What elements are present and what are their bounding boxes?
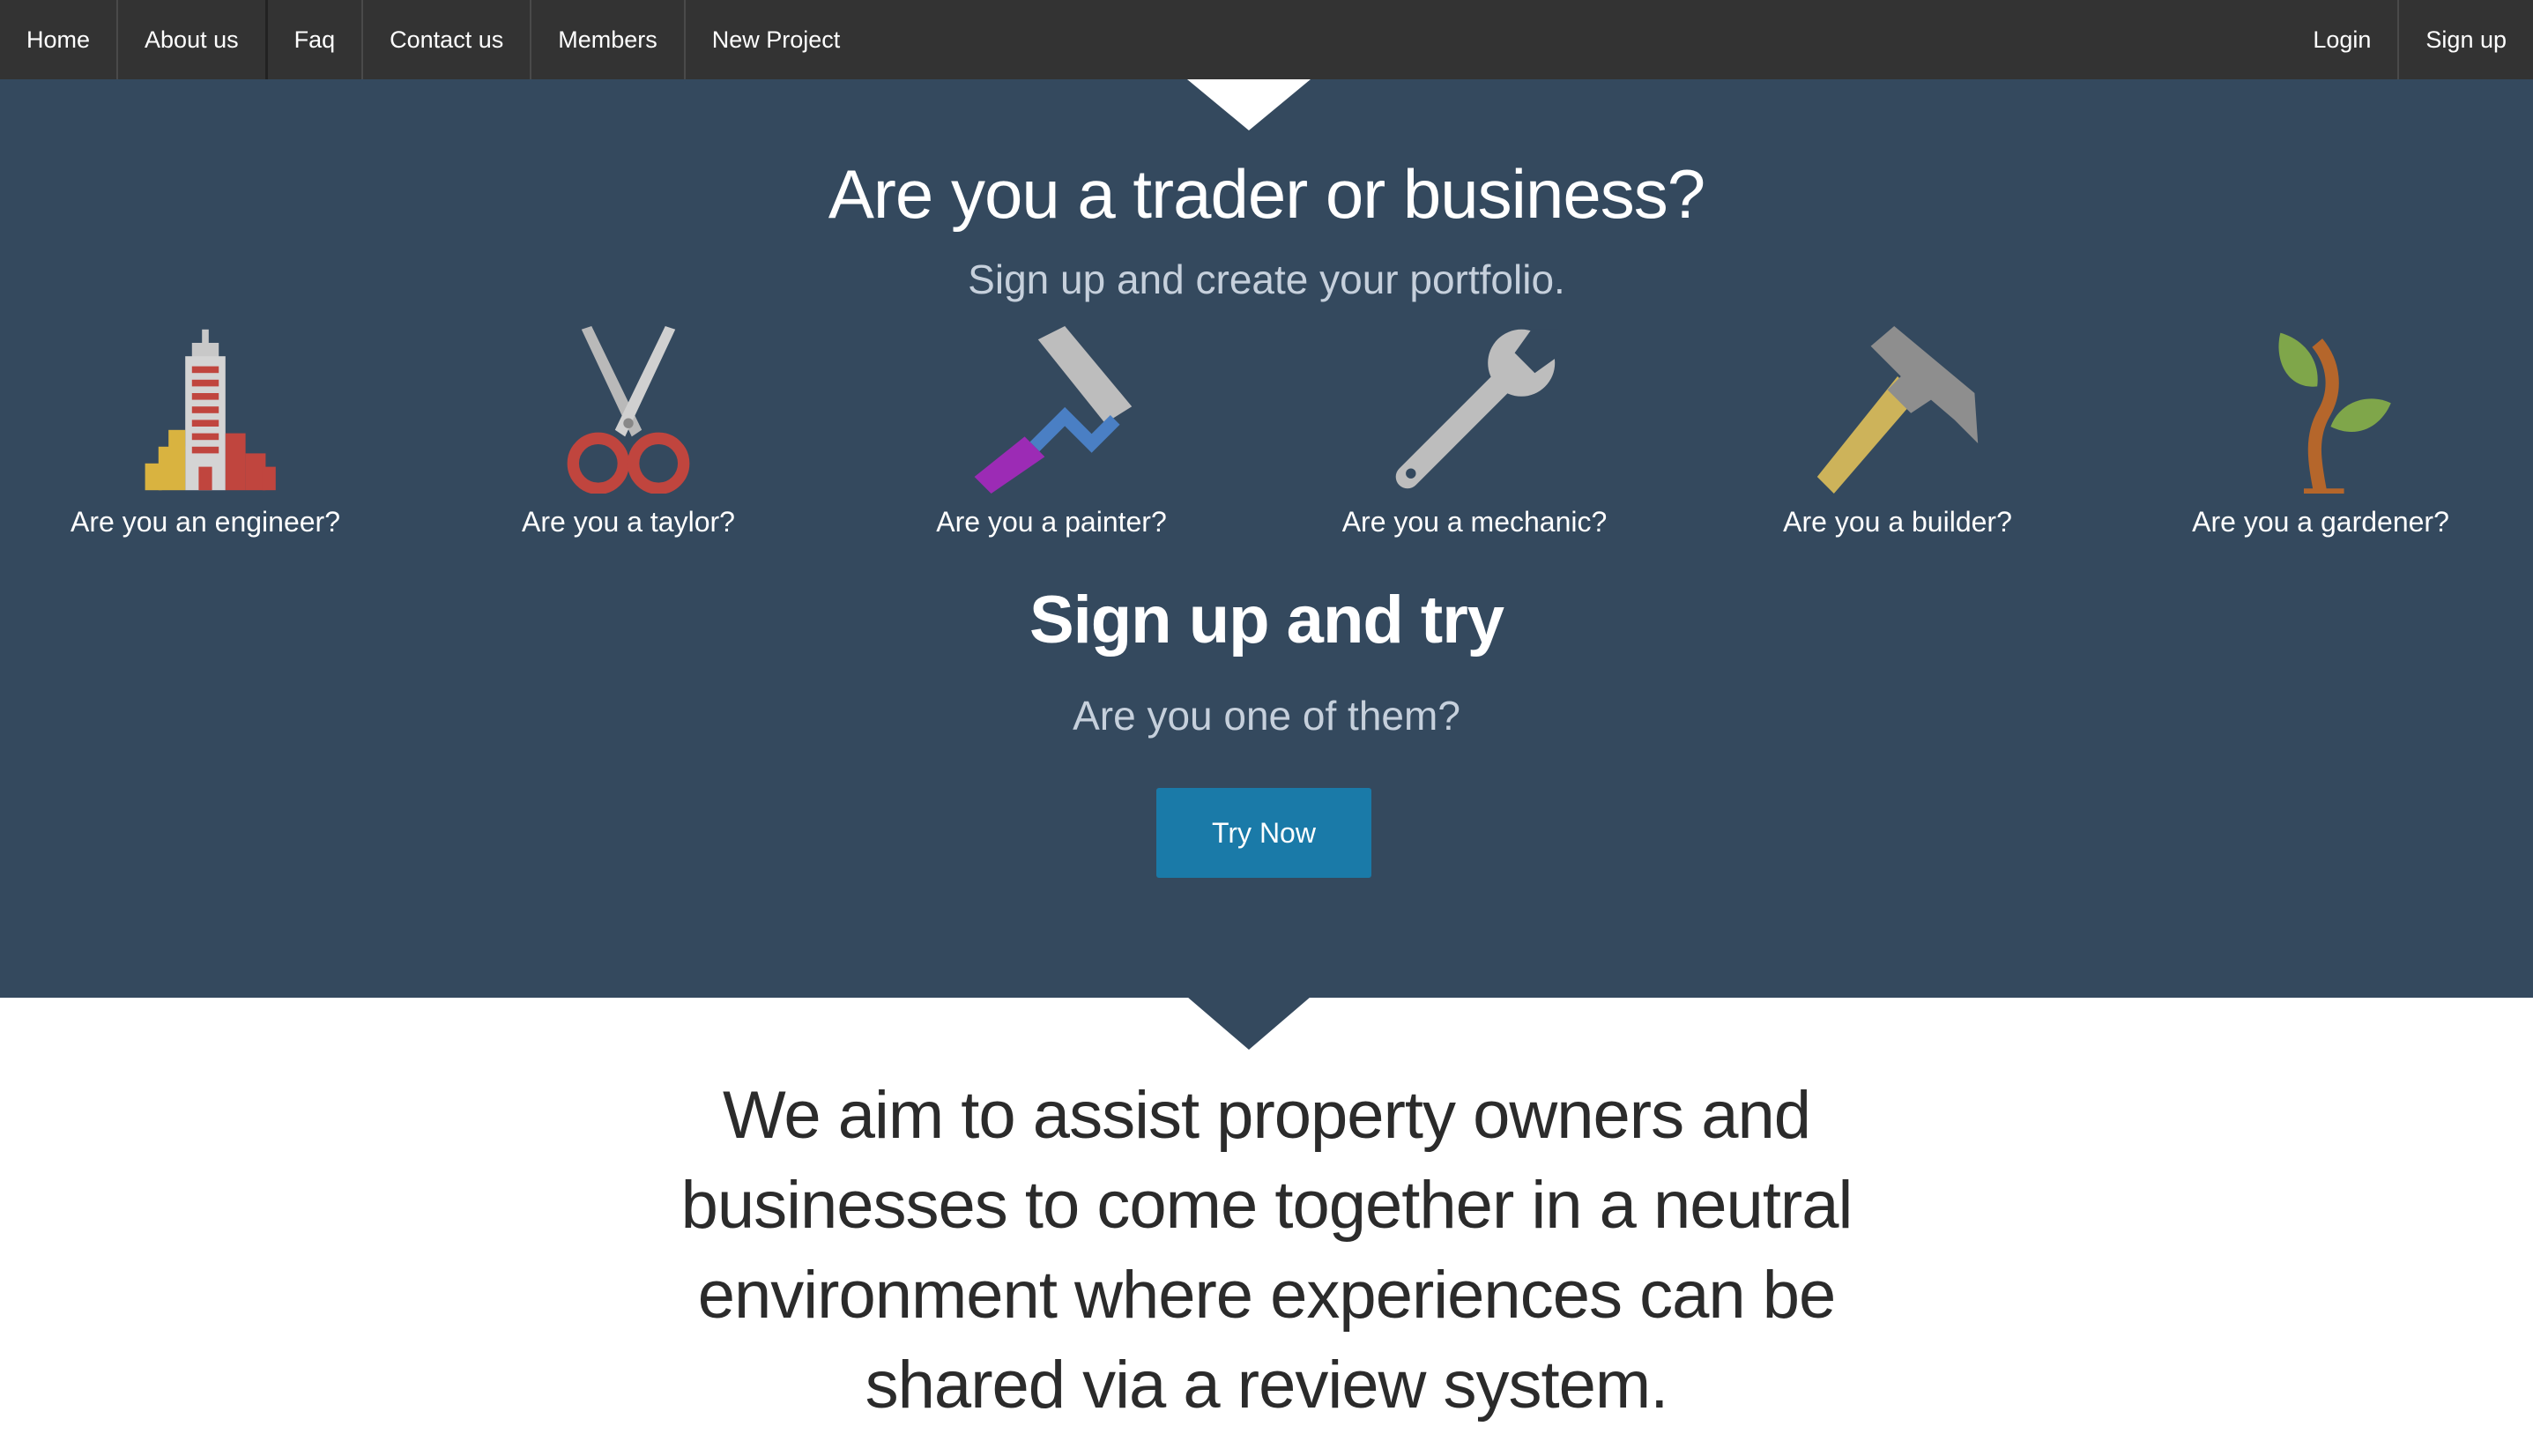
hero-bottom-notch <box>1187 997 1311 1050</box>
try-now-button[interactable]: Try Now <box>1156 788 1371 878</box>
nav-new-project[interactable]: New Project <box>686 0 867 79</box>
trade-label: Are you a mechanic? <box>1341 506 1608 538</box>
scissors-icon <box>567 326 690 494</box>
top-navbar: Home About us Faq Contact us Members New… <box>0 0 2533 79</box>
plant-icon <box>2278 332 2391 494</box>
building-icon <box>145 329 276 491</box>
hero-title: Are you a trader or business? <box>828 155 1705 233</box>
paint-roller-icon <box>974 326 1133 494</box>
try-subtitle: Are you one of them? <box>1073 693 1460 739</box>
trade-label: Are you a taylor? <box>522 506 735 538</box>
nav-home[interactable]: Home <box>0 0 116 79</box>
trade-label: Are you a painter? <box>936 506 1167 538</box>
trade-taylor[interactable]: Are you a taylor? <box>452 326 805 539</box>
nav-faq[interactable]: Faq <box>268 0 362 79</box>
trade-label: Are you an engineer? <box>71 506 340 538</box>
trade-painter[interactable]: Are you a painter? <box>875 326 1228 539</box>
nav-sign-up[interactable]: Sign up <box>2399 0 2533 79</box>
nav-right-group: Login Sign up <box>2286 0 2533 79</box>
mission-statement: We aim to assist property owners and bus… <box>680 1078 1853 1423</box>
trade-gardener[interactable]: Are you a gardener? <box>2144 326 2497 539</box>
hammer-icon <box>1816 326 1979 494</box>
nav-contact-us[interactable]: Contact us <box>363 0 530 79</box>
nav-left-group: Home About us Faq Contact us Members New… <box>0 0 866 79</box>
trade-mechanic[interactable]: Are you a mechanic? <box>1298 326 1651 539</box>
try-title: Sign up and try <box>1029 583 1504 657</box>
nav-members[interactable]: Members <box>531 0 684 79</box>
trade-label: Are you a builder? <box>1783 506 2012 538</box>
nav-about-us[interactable]: About us <box>118 0 265 79</box>
nav-login[interactable]: Login <box>2286 0 2397 79</box>
hero-subtitle: Sign up and create your portfolio. <box>968 256 1565 302</box>
trade-engineer[interactable]: Are you an engineer? <box>29 326 382 539</box>
wrench-icon <box>1395 329 1558 489</box>
trade-label: Are you a gardener? <box>2192 506 2449 538</box>
hero-top-notch <box>1187 79 1311 130</box>
trade-builder[interactable]: Are you a builder? <box>1721 326 2074 539</box>
